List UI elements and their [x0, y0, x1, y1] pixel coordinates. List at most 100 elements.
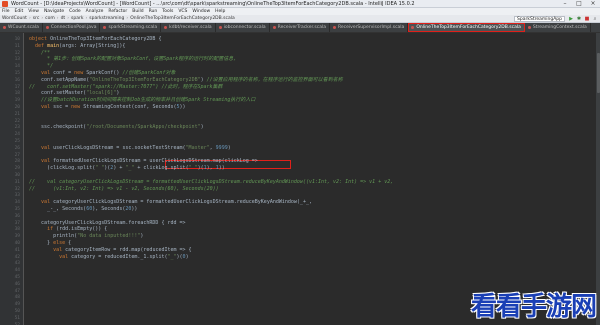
search-icon[interactable]: ⌕ — [592, 16, 598, 22]
code-token: categoryUserClickLogsDStream.foreachRDD … — [29, 219, 186, 226]
scala-file-icon — [332, 26, 336, 29]
code-token: // conf.setMaster("spark://Master:7077")… — [29, 83, 223, 90]
tab-label: OnlineTheTop3ItemForEachCategory2DB.scal… — [416, 25, 521, 30]
menu-code[interactable]: Code — [69, 9, 81, 14]
menu-build[interactable]: Build — [132, 9, 143, 14]
tab-label: ReceiverSupervisorImpl.scala — [337, 25, 405, 30]
code-token: ), Seconds( — [92, 206, 126, 212]
code-token: categoryItemRow = rdd.map(reducedItem =>… — [65, 246, 192, 253]
breadcrumb-separator-icon: › — [126, 16, 129, 21]
tab-file[interactable]: ReceiverTracker.scala — [270, 23, 330, 32]
code-token: object — [29, 36, 51, 42]
code-token: ) — [140, 233, 144, 240]
scala-file-icon — [164, 26, 168, 29]
menu-run[interactable]: Run — [149, 9, 158, 14]
code-token: //设置batchDuration时间间隔来控制Job生成的频率并且创建Spar… — [29, 97, 256, 104]
code-token: if — [47, 226, 57, 233]
menu-navigate[interactable]: Navigate — [44, 9, 64, 14]
scala-file-icon — [45, 26, 49, 29]
stop-icon[interactable]: ■ — [584, 16, 590, 22]
tab-label: iobconnector.scala — [223, 25, 266, 30]
code-token: (rdd.isEmpty()) { — [56, 226, 108, 233]
code-token: //创建SparkConf对象 — [122, 70, 176, 76]
menu-analyze[interactable]: Analyze — [86, 9, 104, 14]
code-token: main — [47, 42, 60, 49]
code-token: * 第1步：创建Spark的配置对象SparkConf，设置Spark程序的运行… — [29, 56, 239, 63]
menu-help[interactable]: Help — [215, 9, 225, 14]
code-token: )) — [131, 206, 138, 212]
scala-file-icon — [272, 26, 276, 29]
code-token: else — [53, 240, 69, 246]
breadcrumb-item[interactable]: spark — [71, 16, 83, 21]
code-token: { — [68, 240, 72, 246]
code-token: formattedUserClickLogsDStream = userClic… — [53, 158, 258, 165]
code-token: /** — [29, 49, 51, 56]
tab-file[interactable]: iobconnector.scala — [216, 23, 270, 32]
code-token: ) — [185, 253, 189, 260]
menu-tools[interactable]: Tools — [162, 9, 173, 14]
code-line: val category = reducedItem._1.split("_")… — [29, 253, 189, 261]
tab-label: StreamingContext.scala — [532, 25, 587, 30]
code-token: _-_, Seconds( — [29, 206, 87, 212]
vertical-scrollbar[interactable] — [596, 33, 600, 325]
tab-file[interactable]: StreamingContext.scala — [525, 23, 591, 32]
code-token: val — [41, 144, 54, 151]
code-line: val userClickLogsDStream = ssc.socketTex… — [29, 145, 231, 152]
tab-active-file[interactable]: OnlineTheTop3ItemForEachCategory2DB.scal… — [408, 23, 525, 32]
breadcrumb-item[interactable]: dt — [61, 16, 66, 21]
code-token: " " — [95, 165, 105, 172]
code-token: "_" — [167, 253, 177, 260]
breadcrumb-item[interactable]: OnlineTheTop3ItemForEachCategory2DB.scal… — [130, 16, 235, 21]
run-configuration-select[interactable]: SparkStreamingApp — [514, 15, 565, 22]
breadcrumb-item[interactable]: src — [33, 16, 40, 21]
breadcrumb-separator-icon: › — [28, 16, 31, 21]
code-token: */ — [29, 63, 54, 70]
code-token: new — [71, 104, 84, 110]
code-token: StreamingContext(conf, Seconds( — [83, 104, 177, 110]
breadcrumb-item[interactable]: WordCount — [2, 16, 27, 21]
code-token: " " — [188, 165, 198, 172]
menu-window[interactable]: Window — [192, 9, 210, 14]
navigation-toolbar: WordCount › src › com › dt › spark › sparkstreamin… — [0, 15, 600, 23]
editor-tabs: WCount.scala ConnectionPool.java sparkStre… — [0, 23, 600, 33]
close-icon[interactable]: × — [586, 0, 600, 8]
tab-file[interactable]: ConnectionPool.java — [43, 23, 101, 32]
breadcrumb-separator-icon: › — [85, 16, 88, 21]
code-line: ssc.checkpoint("/root/Documents/SparkApp… — [29, 124, 204, 131]
maximize-icon[interactable]: □ — [572, 0, 586, 8]
breadcrumb-item[interactable]: com — [45, 16, 55, 21]
menu-edit[interactable]: Edit — [15, 9, 24, 14]
debug-icon[interactable]: ✱ — [576, 16, 582, 22]
code-token: ), — [206, 165, 216, 172]
run-icon[interactable]: ▶ — [568, 16, 574, 22]
code-token: // (v1:Int, v2: Int) => v1 - v2, Seconds… — [29, 185, 219, 192]
breadcrumb-item[interactable]: sparkstreaming — [89, 16, 124, 21]
code-editor[interactable]: object OnlineTheTop3ItemForEachCategory2… — [25, 33, 600, 325]
code-token: ) — [200, 124, 204, 131]
code-token: new — [74, 70, 87, 76]
menu-bar: File Edit View Navigate Code Analyze Refactor B… — [0, 8, 600, 15]
window-controls: – □ × — [558, 0, 600, 8]
code-token: (args: Array[String]){ — [59, 42, 126, 49]
tab-label: WCount.scala — [8, 25, 39, 30]
code-token: ssc.checkpoint( — [29, 124, 87, 131]
code-token: conf = — [53, 70, 75, 76]
tab-file[interactable]: kdbt/receiver.scala — [161, 23, 216, 32]
menu-vcs[interactable]: VCS — [178, 9, 187, 14]
tab-file[interactable]: WCount.scala — [0, 23, 43, 32]
tab-file[interactable]: sparkStreaming.scala — [100, 23, 162, 32]
minimize-icon[interactable]: – — [558, 0, 572, 8]
tab-file[interactable]: ReceiverSupervisorImpl.scala — [330, 23, 409, 32]
tab-label: sparkStreaming.scala — [108, 25, 158, 30]
scrollbar-thumb[interactable] — [596, 53, 600, 93]
menu-view[interactable]: View — [28, 9, 39, 14]
menu-refactor[interactable]: Refactor — [108, 9, 127, 14]
menu-file[interactable]: File — [2, 9, 10, 14]
watermark-logo: 看看手游网 — [470, 292, 597, 322]
code-token: ) — [227, 144, 231, 151]
